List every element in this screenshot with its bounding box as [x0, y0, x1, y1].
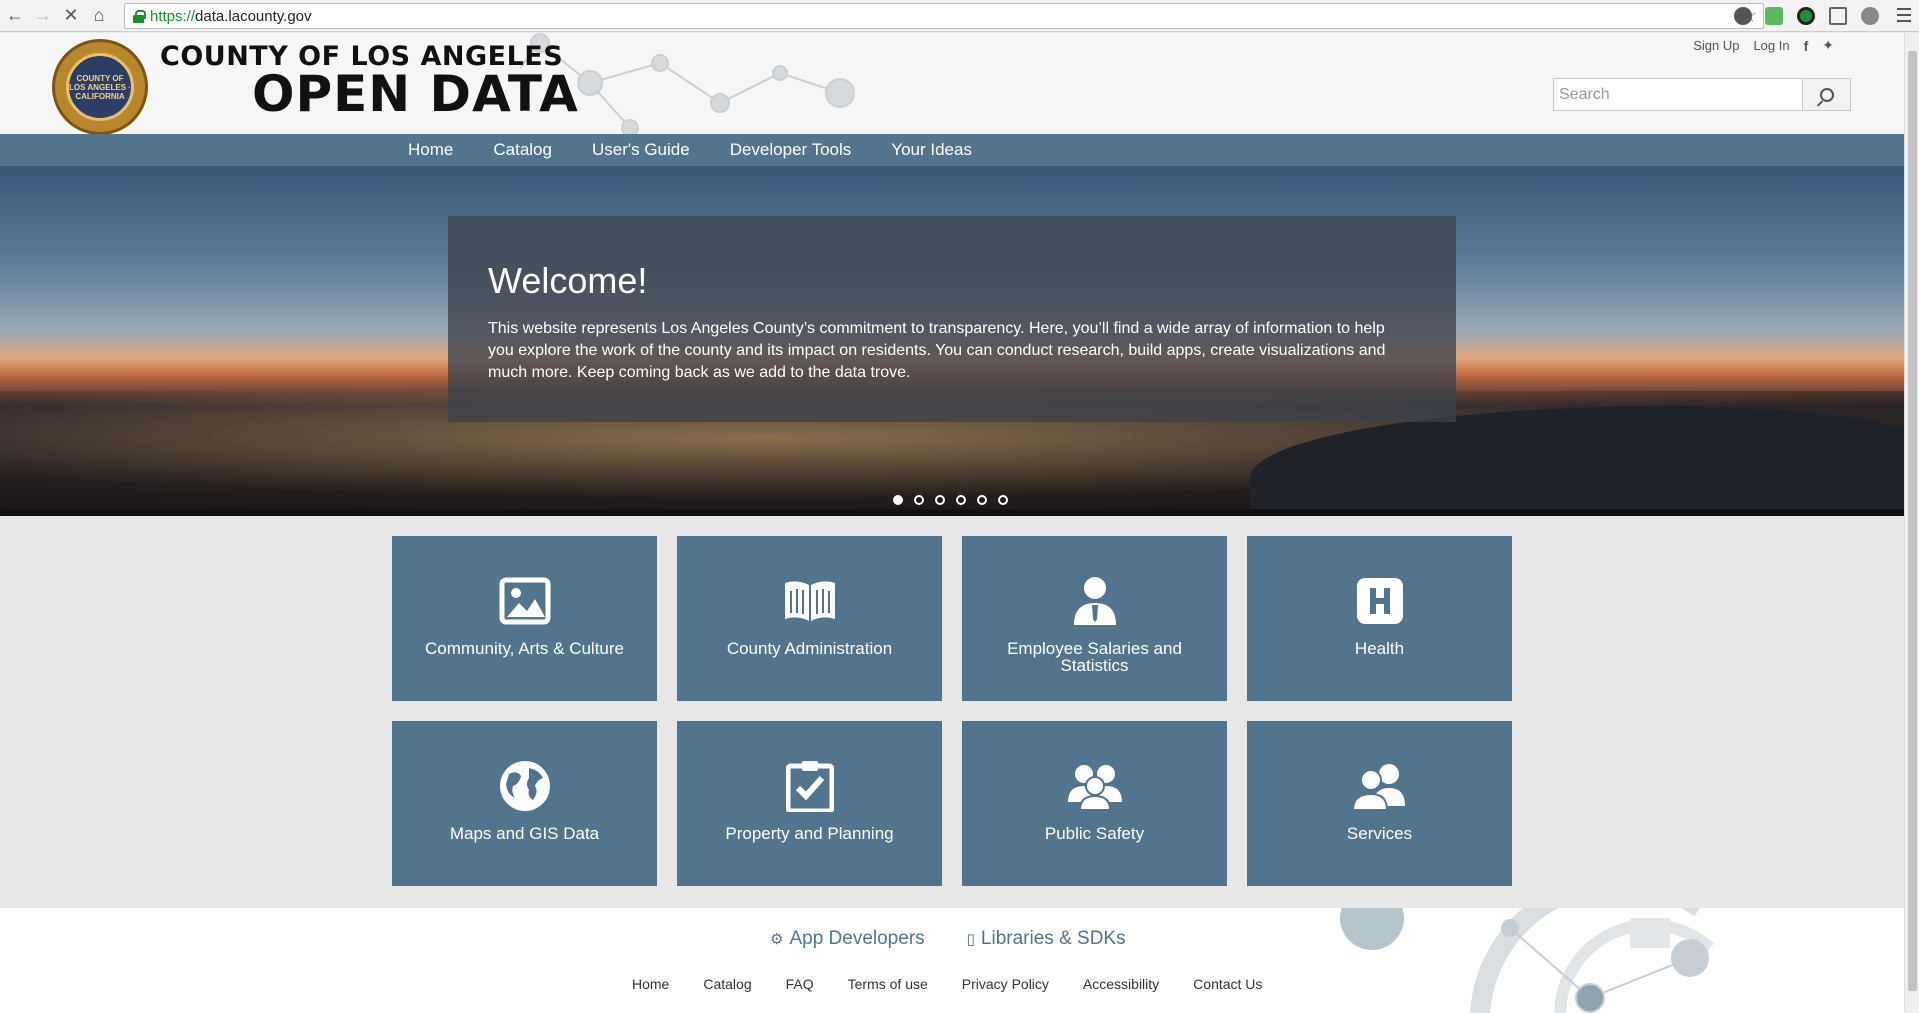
forward-button[interactable]: →	[30, 3, 56, 29]
footer-link-catalog[interactable]: Catalog	[703, 976, 751, 992]
tile-employee-salaries[interactable]: Employee Salaries and Statistics	[962, 536, 1227, 701]
evernote-extension-icon[interactable]	[1734, 7, 1752, 25]
facebook-icon[interactable]: f	[1804, 38, 1809, 54]
tile-health[interactable]: Health	[1247, 536, 1512, 701]
footer-links: Home Catalog FAQ Terms of use Privacy Po…	[632, 976, 1296, 992]
app-developers-label: App Developers	[789, 928, 925, 949]
tile-maps-gis[interactable]: Maps and GIS Data	[392, 721, 657, 886]
users-icon	[1352, 759, 1407, 813]
carousel-dot-2[interactable]	[914, 495, 924, 505]
book-icon	[783, 574, 837, 628]
tile-label: Community, Arts & Culture	[424, 639, 625, 658]
nav-developer-tools[interactable]: Developer Tools	[730, 140, 852, 160]
libraries-label: Libraries & SDKs	[980, 928, 1126, 949]
search-button[interactable]	[1802, 79, 1850, 110]
seal-emblem: COUNTY OF LOS ANGELES · CALIFORNIA	[66, 53, 134, 121]
tile-property-planning[interactable]: Property and Planning	[677, 721, 942, 886]
tile-label: County Administration	[726, 639, 893, 658]
globe-icon	[498, 759, 552, 813]
stop-loading-button[interactable]: ✕	[58, 3, 84, 29]
person-icon	[1068, 574, 1122, 628]
clipboard-check-icon	[783, 759, 837, 813]
libraries-sdks-link[interactable]: ▯ Libraries & SDKs	[967, 928, 1126, 950]
carousel-dot-3[interactable]	[935, 495, 945, 505]
tile-public-safety[interactable]: Public Safety	[962, 721, 1227, 886]
image-icon	[498, 574, 552, 628]
carousel-dot-6[interactable]	[998, 495, 1008, 505]
scrollbar-thumb[interactable]	[1908, 51, 1917, 991]
network-decoration	[1340, 908, 1714, 1013]
carousel-dot-1[interactable]	[893, 495, 903, 505]
browser-menu-icon[interactable]	[1897, 8, 1911, 22]
welcome-text: This website represents Los Angeles Coun…	[488, 320, 1386, 381]
footer-link-home[interactable]: Home	[632, 976, 669, 992]
search-icon	[1819, 87, 1834, 102]
carousel-dots	[893, 495, 1019, 505]
address-bar[interactable]: https:// data.lacounty.gov ☆	[124, 3, 1764, 29]
home-icon[interactable]: ⌂	[86, 3, 112, 29]
nav-home[interactable]: Home	[408, 140, 453, 160]
site-header: COUNTY OF LOS ANGELES · CALIFORNIA COUNT…	[0, 33, 1904, 134]
nav-users-guide[interactable]: User's Guide	[592, 140, 690, 160]
tile-county-administration[interactable]: County Administration	[677, 536, 942, 701]
app-developers-link[interactable]: ⚙ App Developers	[770, 928, 925, 950]
color-extension-icon[interactable]	[1797, 7, 1815, 25]
log-in-link[interactable]: Log In	[1753, 38, 1789, 53]
nav-catalog[interactable]: Catalog	[493, 140, 552, 160]
tile-services[interactable]: Services	[1247, 721, 1512, 886]
category-tiles: Community, Arts & Culture County Adminis…	[392, 536, 1513, 886]
sign-up-link[interactable]: Sign Up	[1693, 38, 1739, 53]
account-links: Sign Up Log In f ✦	[1679, 37, 1834, 54]
url-host: data.lacounty.gov	[195, 7, 312, 25]
tile-label: Public Safety	[1044, 824, 1145, 843]
print-extension-icon[interactable]	[1765, 7, 1783, 25]
globe-extension-icon[interactable]	[1861, 7, 1879, 25]
hero-divider	[0, 509, 1904, 516]
carousel-dot-4[interactable]	[956, 495, 966, 505]
welcome-panel: Welcome! This website represents Los Ang…	[448, 216, 1456, 422]
footer-developer-links: ⚙ App Developers ▯ Libraries & SDKs	[770, 928, 1168, 950]
group-icon	[1067, 759, 1122, 813]
footer-link-terms[interactable]: Terms of use	[848, 976, 928, 992]
county-seal-logo[interactable]: COUNTY OF LOS ANGELES · CALIFORNIA	[52, 39, 148, 134]
footer-link-contact[interactable]: Contact Us	[1193, 976, 1262, 992]
main-navigation: Home Catalog User's Guide Developer Tool…	[0, 134, 1904, 166]
gears-icon: ⚙	[770, 931, 784, 948]
network-decoration	[520, 33, 855, 134]
footer-link-privacy[interactable]: Privacy Policy	[962, 976, 1049, 992]
footer-link-faq[interactable]: FAQ	[786, 976, 814, 992]
hospital-icon	[1353, 574, 1407, 628]
nav-your-ideas[interactable]: Your Ideas	[891, 140, 972, 160]
browser-toolbar: ← → ✕ ⌂ https:// data.lacounty.gov ☆	[0, 0, 1919, 32]
welcome-title: Welcome!	[488, 260, 648, 301]
carousel-dot-5[interactable]	[977, 495, 987, 505]
site-title-open-data[interactable]: OPEN DATA	[252, 65, 579, 123]
search-box	[1553, 78, 1851, 111]
tile-label: Services	[1346, 824, 1413, 843]
mobile-icon: ▯	[966, 931, 975, 948]
site-footer: ⚙ App Developers ▯ Libraries & SDKs Home…	[0, 908, 1904, 1013]
tile-community-arts-culture[interactable]: Community, Arts & Culture	[392, 536, 657, 701]
seal-text: COUNTY OF LOS ANGELES · CALIFORNIA	[69, 73, 131, 101]
url-scheme: https://	[150, 7, 196, 25]
tile-label: Maps and GIS Data	[449, 824, 600, 843]
tile-label: Employee Salaries and Statistics	[1007, 639, 1182, 675]
hero-carousel: Welcome! This website represents Los Ang…	[0, 166, 1904, 509]
twitter-icon[interactable]: ✦	[1822, 37, 1834, 54]
tile-label: Property and Planning	[725, 824, 894, 843]
cast-icon[interactable]	[1829, 7, 1847, 25]
lock-icon	[133, 9, 146, 23]
footer-link-accessibility[interactable]: Accessibility	[1083, 976, 1159, 992]
tile-label: Health	[1354, 639, 1405, 658]
page-scrollbar[interactable]	[1904, 33, 1919, 1013]
back-button[interactable]: ←	[2, 3, 28, 29]
search-input[interactable]	[1554, 79, 1802, 110]
